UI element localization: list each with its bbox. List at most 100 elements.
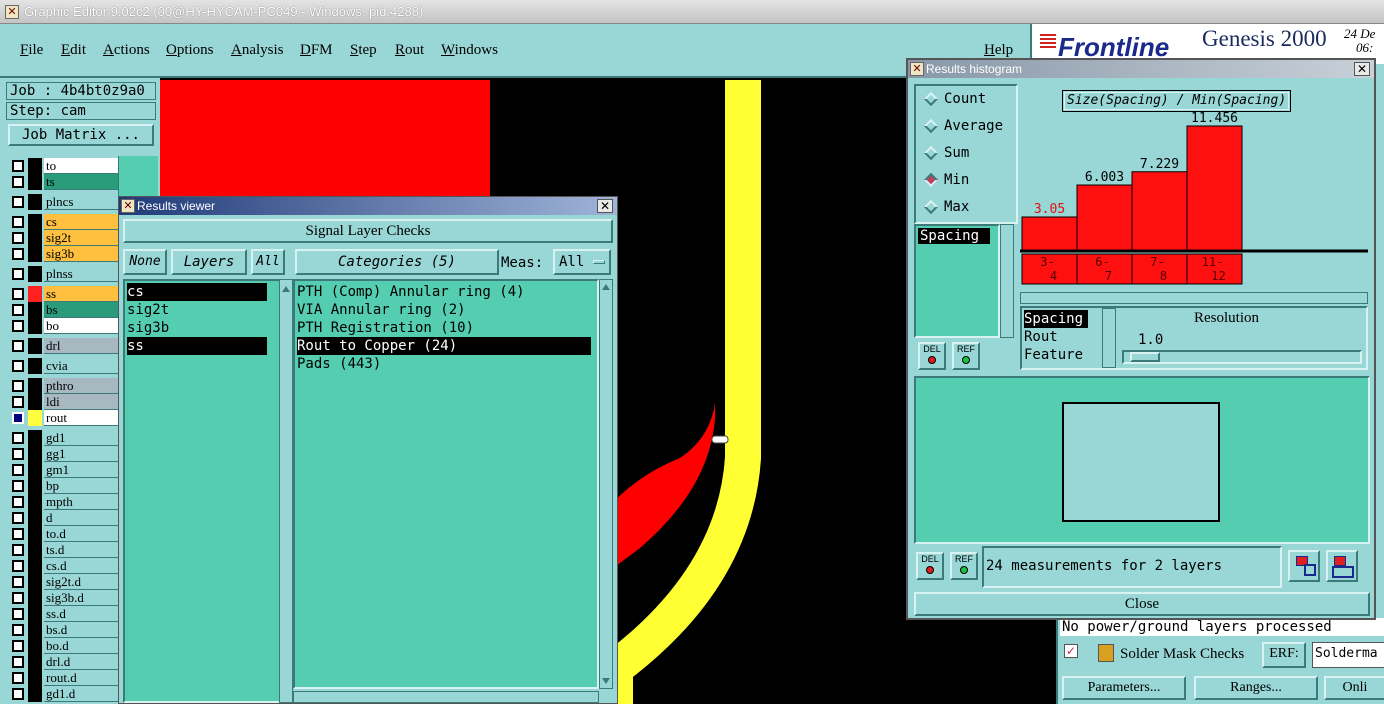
layer-row[interactable]: d [10, 510, 128, 526]
histogram-hscrollbar[interactable] [1020, 292, 1368, 304]
layer-color-swatch[interactable] [28, 558, 42, 574]
radio-indicator[interactable] [923, 199, 939, 215]
layer-color-swatch[interactable] [28, 430, 42, 446]
check-group-header[interactable]: Signal Layer Checks [123, 219, 613, 243]
layer-name[interactable]: to [44, 158, 128, 174]
layer-list-item[interactable]: cs [127, 283, 267, 301]
layer-row[interactable]: ss [10, 286, 128, 302]
menu-analysis[interactable]: Analysis [231, 42, 284, 59]
ref-button-top[interactable]: REF [952, 342, 980, 370]
histogram-bar[interactable] [1021, 216, 1078, 251]
layer-color-swatch[interactable] [28, 410, 42, 426]
layer-row[interactable]: bo [10, 318, 128, 334]
layer-color-swatch[interactable] [28, 462, 42, 478]
menu-help[interactable]: Help [984, 42, 1013, 59]
layer-checkbox[interactable] [12, 432, 24, 444]
layer-row[interactable]: bs [10, 302, 128, 318]
layer-name[interactable]: rout [44, 410, 128, 426]
layer-checkbox[interactable] [12, 512, 24, 524]
layer-name[interactable]: mpth [44, 494, 128, 510]
layer-checkbox[interactable] [12, 320, 24, 332]
layer-name[interactable]: ldi [44, 394, 128, 410]
layer-color-swatch[interactable] [28, 174, 42, 190]
size-option-rout[interactable]: Rout [1024, 328, 1100, 346]
layer-checkbox[interactable] [12, 480, 24, 492]
layer-checkbox[interactable] [12, 640, 24, 652]
layer-row[interactable]: rout.d [10, 670, 128, 686]
layer-name[interactable]: sig3b [44, 246, 128, 262]
layer-row[interactable]: cs [10, 214, 128, 230]
histogram-bar[interactable] [1076, 184, 1133, 251]
layer-checkbox[interactable] [12, 248, 24, 260]
layer-row[interactable]: gm1 [10, 462, 128, 478]
none-button[interactable]: None [123, 249, 167, 275]
radio-indicator[interactable] [923, 145, 939, 161]
layer-row[interactable]: plncs [10, 194, 128, 210]
layer-checkbox[interactable] [12, 288, 24, 300]
layer-checkbox[interactable] [12, 528, 24, 540]
layer-list-item[interactable]: sig3b [127, 319, 267, 337]
layer-checkbox[interactable] [12, 412, 24, 424]
check-icon[interactable]: ✓ [1064, 644, 1078, 658]
layer-row[interactable]: sig2t.d [10, 574, 128, 590]
category-item[interactable]: Rout to Copper (24) [297, 337, 591, 355]
layer-name[interactable]: bp [44, 478, 128, 494]
del-button[interactable]: DEL [916, 552, 944, 580]
layer-checkbox[interactable] [12, 176, 24, 188]
layer-color-swatch[interactable] [28, 214, 42, 230]
layer-row[interactable]: plnss [10, 266, 128, 282]
layer-color-swatch[interactable] [28, 358, 42, 374]
layer-name[interactable]: bo [44, 318, 128, 334]
layer-checkbox[interactable] [12, 496, 24, 508]
layer-checkbox[interactable] [12, 560, 24, 572]
size-option-feature[interactable]: Feature [1024, 346, 1100, 364]
layers-listbox[interactable]: cs sig2t sig3b ss [123, 279, 281, 703]
layer-row[interactable]: gg1 [10, 446, 128, 462]
layer-color-swatch[interactable] [28, 194, 42, 210]
layer-name[interactable]: cs [44, 214, 128, 230]
menu-edit[interactable]: Edit [61, 42, 86, 59]
layer-row[interactable]: sig2t [10, 230, 128, 246]
category-item[interactable]: PTH Registration (10) [297, 319, 591, 337]
layer-row[interactable]: cvia [10, 358, 128, 374]
layer-checkbox[interactable] [12, 396, 24, 408]
histogram-bar[interactable] [1186, 125, 1243, 251]
meas-select[interactable]: All [553, 249, 611, 275]
layer-name[interactable]: drl.d [44, 654, 128, 670]
layer-name[interactable]: pthro [44, 378, 128, 394]
layer-name[interactable]: gd1.d [44, 686, 128, 702]
radio-indicator[interactable] [923, 172, 939, 188]
category-item[interactable]: Pads (443) [297, 355, 591, 373]
layer-name[interactable]: plnss [44, 266, 128, 282]
menu-dfm[interactable]: DFM [300, 42, 333, 59]
layer-checkbox[interactable] [12, 624, 24, 636]
layer-checkbox[interactable] [12, 304, 24, 316]
ranges-button[interactable]: Ranges... [1194, 676, 1318, 700]
layer-checkbox[interactable] [12, 656, 24, 668]
layer-row[interactable]: ss.d [10, 606, 128, 622]
layer-color-swatch[interactable] [28, 590, 42, 606]
layer-row[interactable]: bs.d [10, 622, 128, 638]
layer-checkbox[interactable] [12, 160, 24, 172]
layer-color-swatch[interactable] [28, 338, 42, 354]
layer-checkbox[interactable] [12, 544, 24, 556]
layer-row[interactable]: ts [10, 174, 128, 190]
layer-name[interactable]: ts.d [44, 542, 128, 558]
layer-color-swatch[interactable] [28, 526, 42, 542]
layer-color-swatch[interactable] [28, 638, 42, 654]
layer-checkbox[interactable] [12, 672, 24, 684]
layer-color-swatch[interactable] [28, 158, 42, 174]
scroll-up-icon[interactable] [282, 284, 290, 292]
layer-checkbox[interactable] [12, 608, 24, 620]
layer-checkbox[interactable] [12, 232, 24, 244]
categories-listbox[interactable]: PTH (Comp) Annular ring (4) VIA Annular r… [293, 279, 599, 689]
layer-name[interactable]: sig2t.d [44, 574, 128, 590]
results-histogram-icon[interactable]: ✕ [910, 62, 924, 76]
layer-name[interactable]: gg1 [44, 446, 128, 462]
online-button[interactable]: Onli [1324, 676, 1384, 700]
layer-color-swatch[interactable] [28, 494, 42, 510]
categories-hscrollbar[interactable] [293, 691, 599, 703]
stat-radio-count[interactable]: Count [922, 88, 1018, 110]
stat-radio-max[interactable]: Max [922, 196, 1018, 218]
layer-checkbox[interactable] [12, 360, 24, 372]
